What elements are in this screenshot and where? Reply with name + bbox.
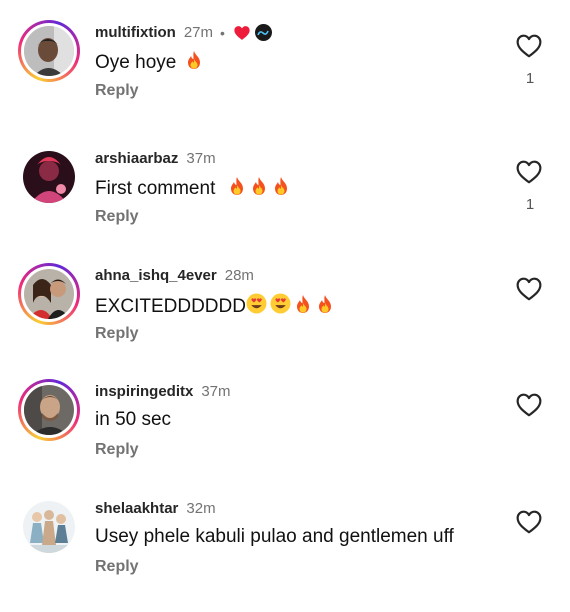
avatar <box>24 385 74 435</box>
timestamp: 32m <box>186 500 216 517</box>
avatar <box>23 151 75 203</box>
comment-meta: shelaakhtar 32m <box>95 500 216 517</box>
heart-eyes-emoji-icon <box>246 293 267 314</box>
heart-outline-icon[interactable] <box>516 34 542 58</box>
avatar <box>24 26 74 76</box>
fire-emoji-icon <box>227 176 247 196</box>
avatar <box>23 501 75 553</box>
comment-item: shelaakhtar 32m Usey phele kabuli pulao … <box>0 496 570 612</box>
comment-meta: ahna_ishq_4ever 28m <box>95 267 254 284</box>
separator-dot: • <box>220 24 225 41</box>
username[interactable]: shelaakhtar <box>95 500 178 517</box>
heart-outline-icon[interactable] <box>516 277 542 301</box>
like-count: 1 <box>525 70 535 87</box>
timestamp: 28m <box>224 267 254 284</box>
username[interactable]: inspiringeditx <box>95 383 193 400</box>
reply-button[interactable]: Reply <box>95 558 139 576</box>
fire-emoji-icon <box>249 176 269 196</box>
comment-text-content: EXCITEDDDDDD <box>95 296 246 317</box>
creator-avatar-icon <box>254 24 272 41</box>
reply-button[interactable]: Reply <box>95 208 139 226</box>
reply-button[interactable]: Reply <box>95 325 139 343</box>
fire-emoji-icon <box>293 294 313 314</box>
comment-item: inspiringeditx 37m in 50 sec Reply <box>0 379 570 495</box>
creator-liked-heart-icon <box>233 25 251 41</box>
reply-button[interactable]: Reply <box>95 441 139 459</box>
comment-text: Usey phele kabuli pulao and gentlemen uf… <box>95 526 454 548</box>
comment-item: ahna_ishq_4ever 28m EXCITEDDDDDD Reply <box>0 263 570 379</box>
comment-item: multifixtion 27m • Oye hoye Reply 1 <box>0 20 570 136</box>
comment-meta: arshiaarbaz 37m <box>95 150 216 167</box>
like-count: 1 <box>525 196 535 213</box>
timestamp: 37m <box>201 383 231 400</box>
comment-text-content: First comment <box>95 178 216 199</box>
avatar-story-ring[interactable] <box>18 379 80 441</box>
comment-text: in 50 sec <box>95 409 171 431</box>
avatar-story-ring[interactable] <box>18 20 80 82</box>
avatar-container[interactable] <box>18 146 80 208</box>
comment-text: First comment <box>95 176 291 200</box>
username[interactable]: arshiaarbaz <box>95 150 178 167</box>
avatar <box>24 269 74 319</box>
heart-outline-icon[interactable] <box>516 393 542 417</box>
heart-eyes-emoji-icon <box>270 293 291 314</box>
comment-item: arshiaarbaz 37m First comment Reply 1 <box>0 146 570 262</box>
timestamp: 37m <box>186 150 216 167</box>
heart-outline-icon[interactable] <box>516 510 542 534</box>
avatar-story-ring[interactable] <box>18 263 80 325</box>
comment-text-content: in 50 sec <box>95 409 172 430</box>
avatar-container[interactable] <box>18 496 80 558</box>
username[interactable]: ahna_ishq_4ever <box>95 267 217 284</box>
comment-text-content: Oye hoye <box>95 52 177 73</box>
comment-meta: inspiringeditx 37m <box>95 383 231 400</box>
heart-outline-icon[interactable] <box>516 160 542 184</box>
timestamp: 27m <box>183 24 214 41</box>
comment-meta: multifixtion 27m • <box>95 24 272 41</box>
comment-text-content: Usey phele kabuli pulao and gentlemen uf… <box>95 526 454 547</box>
reply-button[interactable]: Reply <box>95 82 139 100</box>
fire-emoji-icon <box>184 50 204 70</box>
fire-emoji-icon <box>271 176 291 196</box>
fire-emoji-icon <box>315 294 335 314</box>
comment-text: EXCITEDDDDDD <box>95 293 335 318</box>
comment-text: Oye hoye <box>95 50 204 74</box>
username[interactable]: multifixtion <box>95 24 176 41</box>
